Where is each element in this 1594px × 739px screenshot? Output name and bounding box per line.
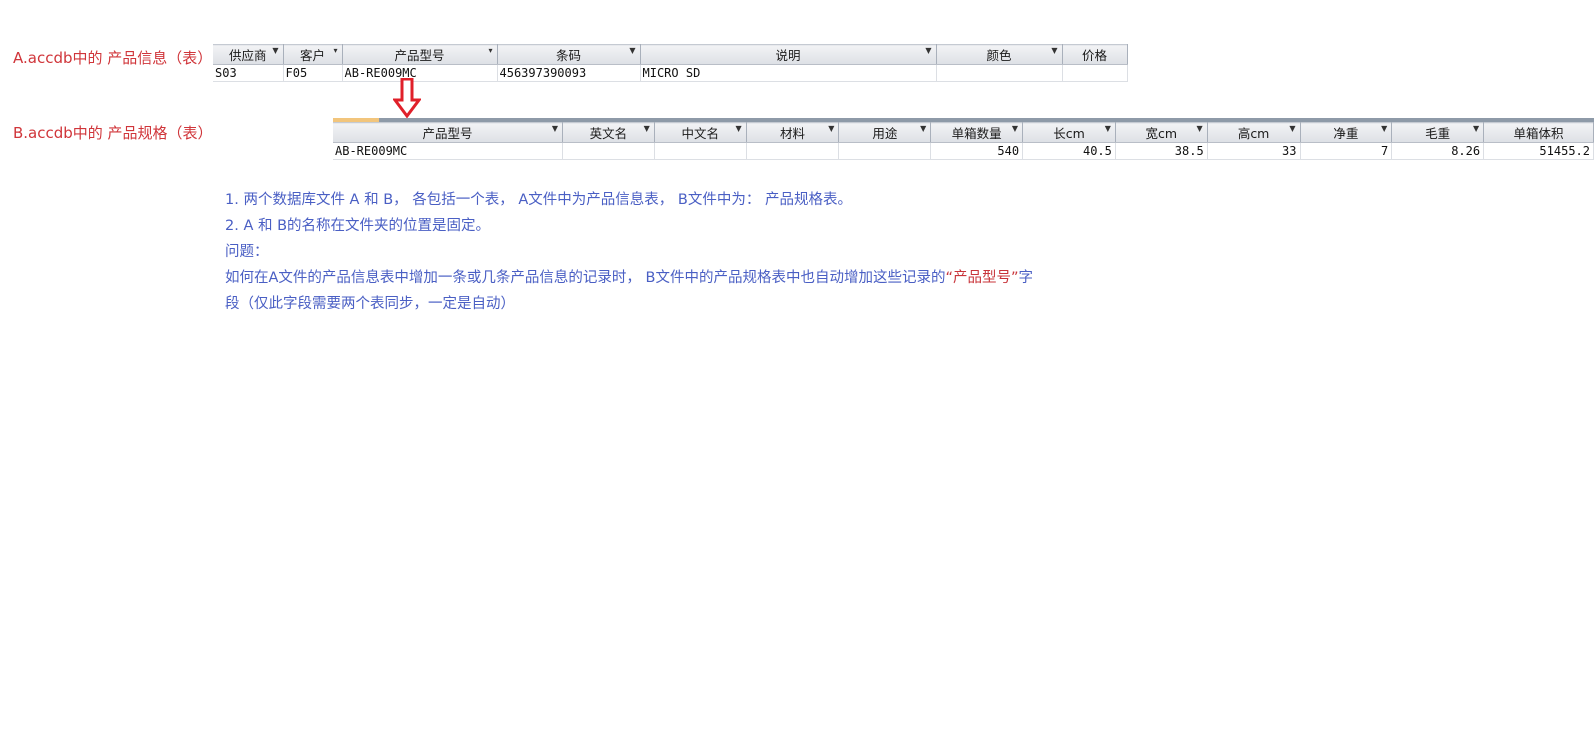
column-header-price[interactable]: 价格 [1062,44,1128,65]
cell-customer[interactable]: F05 [283,64,343,82]
column-header-material[interactable]: 材料 ▼ [746,122,840,143]
cell-english-name[interactable] [562,142,655,160]
column-header-chinese-name[interactable]: 中文名 ▼ [654,122,747,143]
dropdown-arrow-icon[interactable]: ▼ [736,124,742,133]
dropdown-arrow-icon[interactable]: ▼ [629,46,635,55]
dropdown-arrow-icon[interactable]: ▼ [1105,124,1111,133]
highlighted-field-name: “产品型号” [945,270,1019,286]
cell-price[interactable] [1062,64,1128,82]
cell-chinese-name[interactable] [654,142,747,160]
column-header-net-weight[interactable]: 净重 ▼ [1300,122,1393,143]
column-header-barcode[interactable]: 条码 ▼ [497,44,641,65]
dropdown-arrow-icon[interactable]: ▼ [644,124,650,133]
sort-filter-icon[interactable]: ▾ [488,46,492,55]
dropdown-arrow-icon[interactable]: ▼ [828,124,834,133]
sort-filter-icon[interactable]: ▾ [333,46,337,55]
table-b-caption: B.accdb中的 产品规格（表） [13,124,213,142]
note-line-4-tail: 字 [1018,270,1034,286]
dropdown-arrow-icon[interactable]: ▼ [1197,124,1203,133]
product-info-table: 供应商 ▼ 客户 ▾ 产品型号 ▾ 条码 ▼ 说明 ▼ 颜色 ▼ 价格 S03 F05 AB… [213,44,1128,82]
note-line-4-text: 如何在A文件的产品信息表中增加一条或几条产品信息的记录时， B文件中的产品规格表… [225,270,946,286]
column-header-usage[interactable]: 用途 ▼ [838,122,932,143]
cell-supplier[interactable]: S03 [213,64,284,82]
cell-length[interactable]: 40.5 [1022,142,1116,160]
table-a-header-row: 供应商 ▼ 客户 ▾ 产品型号 ▾ 条码 ▼ 说明 ▼ 颜色 ▼ 价格 [213,44,1128,65]
down-arrow-icon [393,78,421,118]
cell-gross-weight[interactable]: 8.26 [1391,142,1485,160]
cell-description[interactable]: MICRO SD [640,64,937,82]
table-row[interactable]: AB-RE009MC 540 40.5 38.5 33 7 8.26 51455… [333,142,1594,160]
cell-barcode[interactable]: 456397390093 [497,64,641,82]
note-line-5: 段（仅此字段需要两个表同步，一定是自动） [225,296,515,312]
cell-color[interactable] [936,64,1063,82]
column-header-carton-volume[interactable]: 单箱体积 [1483,122,1594,143]
dropdown-arrow-icon[interactable]: ▼ [272,46,278,55]
dropdown-arrow-icon[interactable]: ▼ [552,124,558,133]
table-row[interactable]: S03 F05 AB-RE009MC 456397390093 MICRO SD [213,64,1128,82]
column-header-color[interactable]: 颜色 ▼ [936,44,1063,65]
cell-width[interactable]: 38.5 [1115,142,1208,160]
dropdown-arrow-icon[interactable]: ▼ [1012,124,1018,133]
note-line-4: 如何在A文件的产品信息表中增加一条或几条产品信息的记录时， B文件中的产品规格表… [225,265,1125,291]
column-header-length[interactable]: 长cm ▼ [1022,122,1116,143]
cell-carton-volume[interactable]: 51455.2 [1483,142,1594,160]
column-header-gross-weight[interactable]: 毛重 ▼ [1391,122,1485,143]
cell-usage[interactable] [838,142,932,160]
note-line-2: 2. A 和 B的名称在文件夹的位置是固定。 [225,218,491,234]
product-spec-table: 产品型号 ▼ 英文名 ▼ 中文名 ▼ 材料 ▼ 用途 ▼ 单箱数量 ▼ 长cm ▼ 宽cm ▼ … [333,122,1594,160]
note-line-3: 问题： [225,244,269,260]
column-header-model[interactable]: 产品型号 ▼ [333,122,563,143]
table-a-caption: A.accdb中的 产品信息（表） [13,49,213,67]
cell-height[interactable]: 33 [1207,142,1301,160]
column-header-carton-qty[interactable]: 单箱数量 ▼ [930,122,1024,143]
cell-model[interactable]: AB-RE009MC [333,142,563,160]
dropdown-arrow-icon[interactable]: ▼ [925,46,931,55]
question-notes: 1. 两个数据库文件 A 和 B， 各包括一个表， A文件中为产品信息表， B文… [225,187,1125,317]
dropdown-arrow-icon[interactable]: ▼ [1289,124,1295,133]
dropdown-arrow-icon[interactable]: ▼ [1473,124,1479,133]
column-header-width[interactable]: 宽cm ▼ [1115,122,1208,143]
cell-net-weight[interactable]: 7 [1300,142,1393,160]
column-header-description[interactable]: 说明 ▼ [640,44,937,65]
column-header-customer[interactable]: 客户 ▾ [283,44,343,65]
table-b-header-row: 产品型号 ▼ 英文名 ▼ 中文名 ▼ 材料 ▼ 用途 ▼ 单箱数量 ▼ 长cm ▼ 宽cm ▼ … [333,122,1594,143]
column-header-english-name[interactable]: 英文名 ▼ [562,122,655,143]
column-header-height[interactable]: 高cm ▼ [1207,122,1301,143]
column-header-supplier[interactable]: 供应商 ▼ [213,44,284,65]
note-line-1: 1. 两个数据库文件 A 和 B， 各包括一个表， A文件中为产品信息表， B文… [225,192,852,208]
dropdown-arrow-icon[interactable]: ▼ [1051,46,1057,55]
dropdown-arrow-icon[interactable]: ▼ [1381,124,1387,133]
cell-carton-qty[interactable]: 540 [930,142,1024,160]
dropdown-arrow-icon[interactable]: ▼ [920,124,926,133]
column-header-model[interactable]: 产品型号 ▾ [342,44,498,65]
cell-material[interactable] [746,142,840,160]
